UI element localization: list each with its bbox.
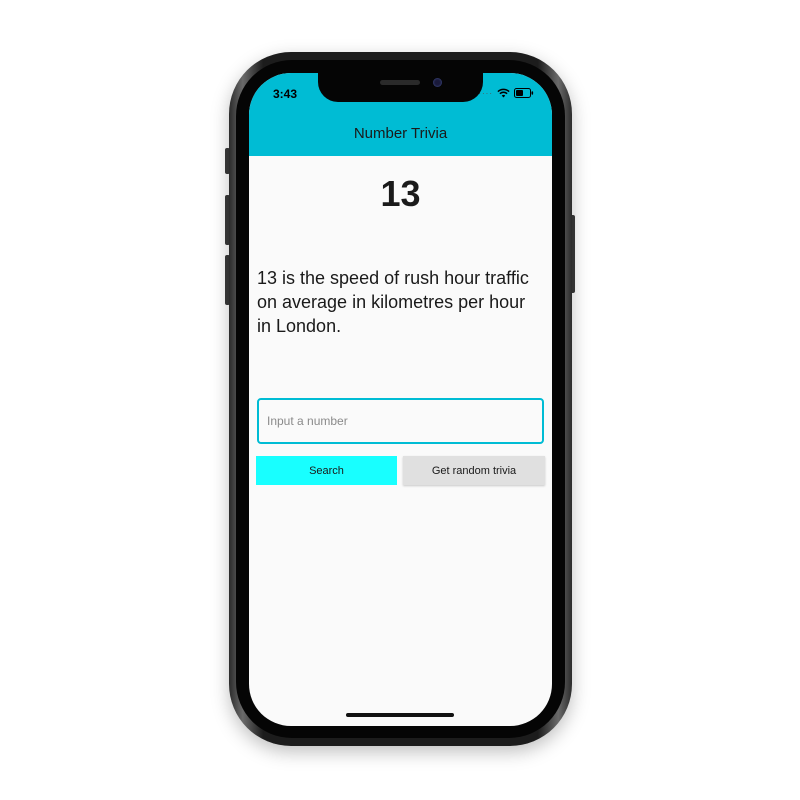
- status-time: 3:43: [273, 87, 298, 101]
- battery-icon: [514, 88, 534, 98]
- earpiece-speaker: [380, 80, 420, 85]
- front-camera: [433, 78, 442, 87]
- number-input[interactable]: [257, 398, 544, 444]
- notch: [318, 72, 483, 102]
- trivia-text: 13 is the speed of rush hour traffic on …: [257, 268, 529, 336]
- phone-screen: 3:43 ···· Number Trivia 13 13 is the spe…: [249, 73, 552, 726]
- trivia-number: 13: [380, 173, 421, 214]
- random-trivia-button[interactable]: Get random trivia: [403, 456, 545, 485]
- app-title: Number Trivia: [353, 125, 448, 142]
- home-indicator[interactable]: [346, 713, 454, 717]
- search-button[interactable]: Search: [256, 456, 397, 485]
- wifi-icon: [497, 88, 510, 98]
- device-stage: 3:43 ···· Number Trivia 13 13 is the spe…: [0, 0, 800, 800]
- status-indicators: ····: [478, 88, 534, 98]
